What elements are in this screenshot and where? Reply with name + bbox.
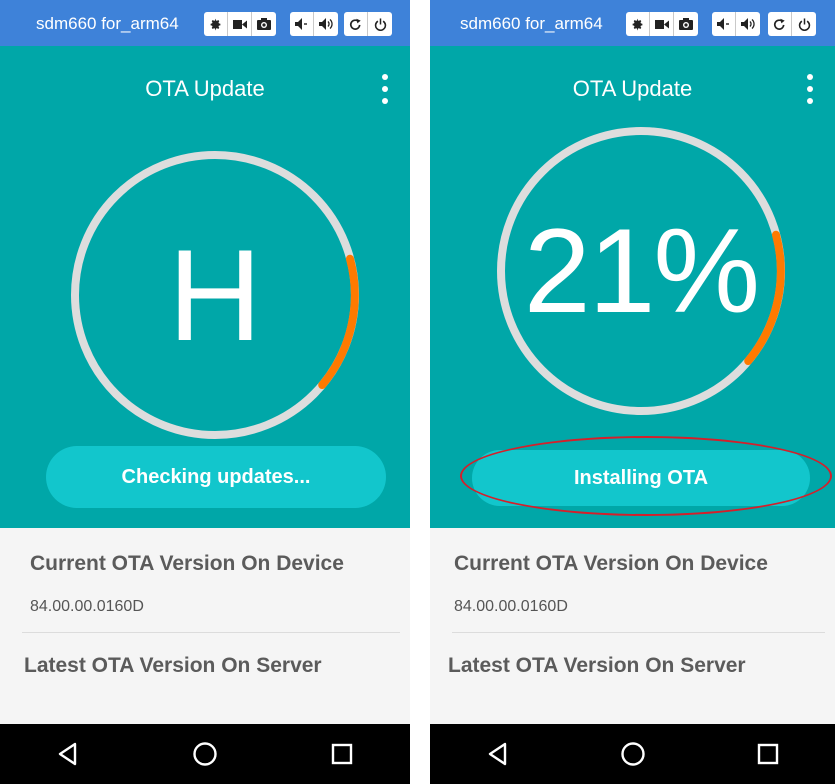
back-icon[interactable]	[478, 734, 518, 774]
app-title: OTA Update	[572, 76, 693, 101]
volume-down-icon[interactable]	[712, 12, 736, 36]
volume-up-icon[interactable]	[314, 12, 338, 36]
power-icon[interactable]	[368, 12, 392, 36]
ota-header-area: OTA Update 21% Installing OTA	[430, 46, 835, 528]
overflow-menu-icon[interactable]	[805, 74, 815, 104]
window-title-bar: sdm660 for_arm64	[430, 0, 835, 46]
latest-version-label: Latest OTA Version On Server	[24, 654, 322, 677]
recents-icon[interactable]	[748, 734, 788, 774]
window-title-bar: sdm660 for_arm64	[0, 0, 410, 46]
toolbar-group-device	[344, 12, 392, 36]
gear-icon[interactable]	[204, 12, 228, 36]
current-version-value: 84.00.00.0160D	[30, 598, 144, 615]
toolbar-group-media	[204, 12, 276, 36]
latest-version-label: Latest OTA Version On Server	[448, 654, 746, 677]
current-version-label: Current OTA Version On Device	[30, 552, 344, 575]
progress-ring: H	[70, 150, 360, 440]
progress-percent-text: 21%	[523, 204, 760, 338]
overflow-menu-icon[interactable]	[380, 74, 390, 104]
video-icon[interactable]	[228, 12, 252, 36]
video-icon[interactable]	[650, 12, 674, 36]
rotate-icon[interactable]	[344, 12, 368, 36]
recents-icon[interactable]	[322, 734, 362, 774]
window-title: sdm660 for_arm64	[36, 14, 179, 33]
progress-ring: 21%	[496, 126, 786, 416]
current-version-value: 84.00.00.0160D	[454, 598, 568, 615]
android-nav-bar	[0, 724, 410, 784]
toolbar-group-volume	[712, 12, 760, 36]
window-title: sdm660 for_arm64	[460, 14, 603, 33]
check-updates-button[interactable]: Checking updates...	[46, 446, 386, 508]
phone-left: sdm660 for_arm64 OTA Update H Checking u…	[0, 0, 410, 784]
divider	[452, 632, 825, 633]
back-icon[interactable]	[48, 734, 88, 774]
android-nav-bar	[430, 724, 835, 784]
version-info-panel: Current OTA Version On Device 84.00.00.0…	[0, 528, 410, 724]
current-version-label: Current OTA Version On Device	[454, 552, 768, 575]
camera-icon[interactable]	[674, 12, 698, 36]
progress-ring-text: H	[168, 222, 262, 368]
power-icon[interactable]	[792, 12, 816, 36]
camera-icon[interactable]	[252, 12, 276, 36]
app-title: OTA Update	[145, 76, 265, 101]
version-info-panel: Current OTA Version On Device 84.00.00.0…	[430, 528, 835, 724]
volume-down-icon[interactable]	[290, 12, 314, 36]
toolbar-group-volume	[290, 12, 338, 36]
toolbar-group-media	[626, 12, 698, 36]
highlight-annotation	[460, 436, 832, 516]
home-icon[interactable]	[613, 734, 653, 774]
toolbar-group-device	[768, 12, 816, 36]
volume-up-icon[interactable]	[736, 12, 760, 36]
ota-header-area: OTA Update H Checking updates...	[0, 46, 410, 528]
gear-icon[interactable]	[626, 12, 650, 36]
divider	[22, 632, 400, 633]
rotate-icon[interactable]	[768, 12, 792, 36]
phone-right: sdm660 for_arm64 OTA Update 21% Installi…	[430, 0, 835, 784]
home-icon[interactable]	[185, 734, 225, 774]
